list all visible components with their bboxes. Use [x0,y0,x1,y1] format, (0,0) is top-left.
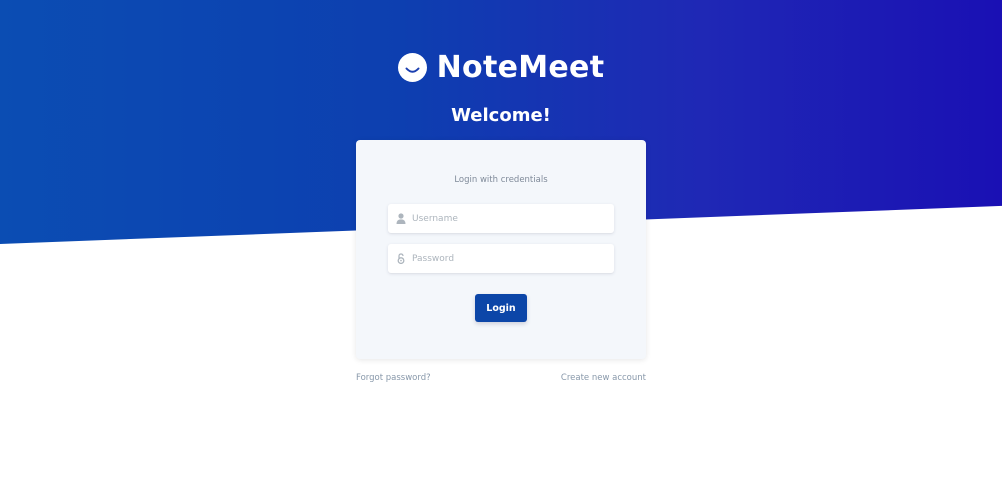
user-icon [396,213,406,225]
welcome-heading: Welcome! [451,105,551,126]
forgot-password-link[interactable]: Forgot password? [356,373,431,383]
lock-icon [396,253,406,265]
username-input[interactable] [412,213,602,224]
brand: NoteMeet [0,50,1002,85]
login-card: Login with credentials Login [356,140,646,359]
brand-name: NoteMeet [436,50,605,85]
login-card-subtitle: Login with credentials [454,175,548,185]
create-account-link[interactable]: Create new account [561,373,646,383]
password-input[interactable] [412,253,602,264]
password-field[interactable] [388,244,614,273]
username-field[interactable] [388,204,614,233]
login-button[interactable]: Login [475,294,527,322]
smile-icon [397,53,427,82]
